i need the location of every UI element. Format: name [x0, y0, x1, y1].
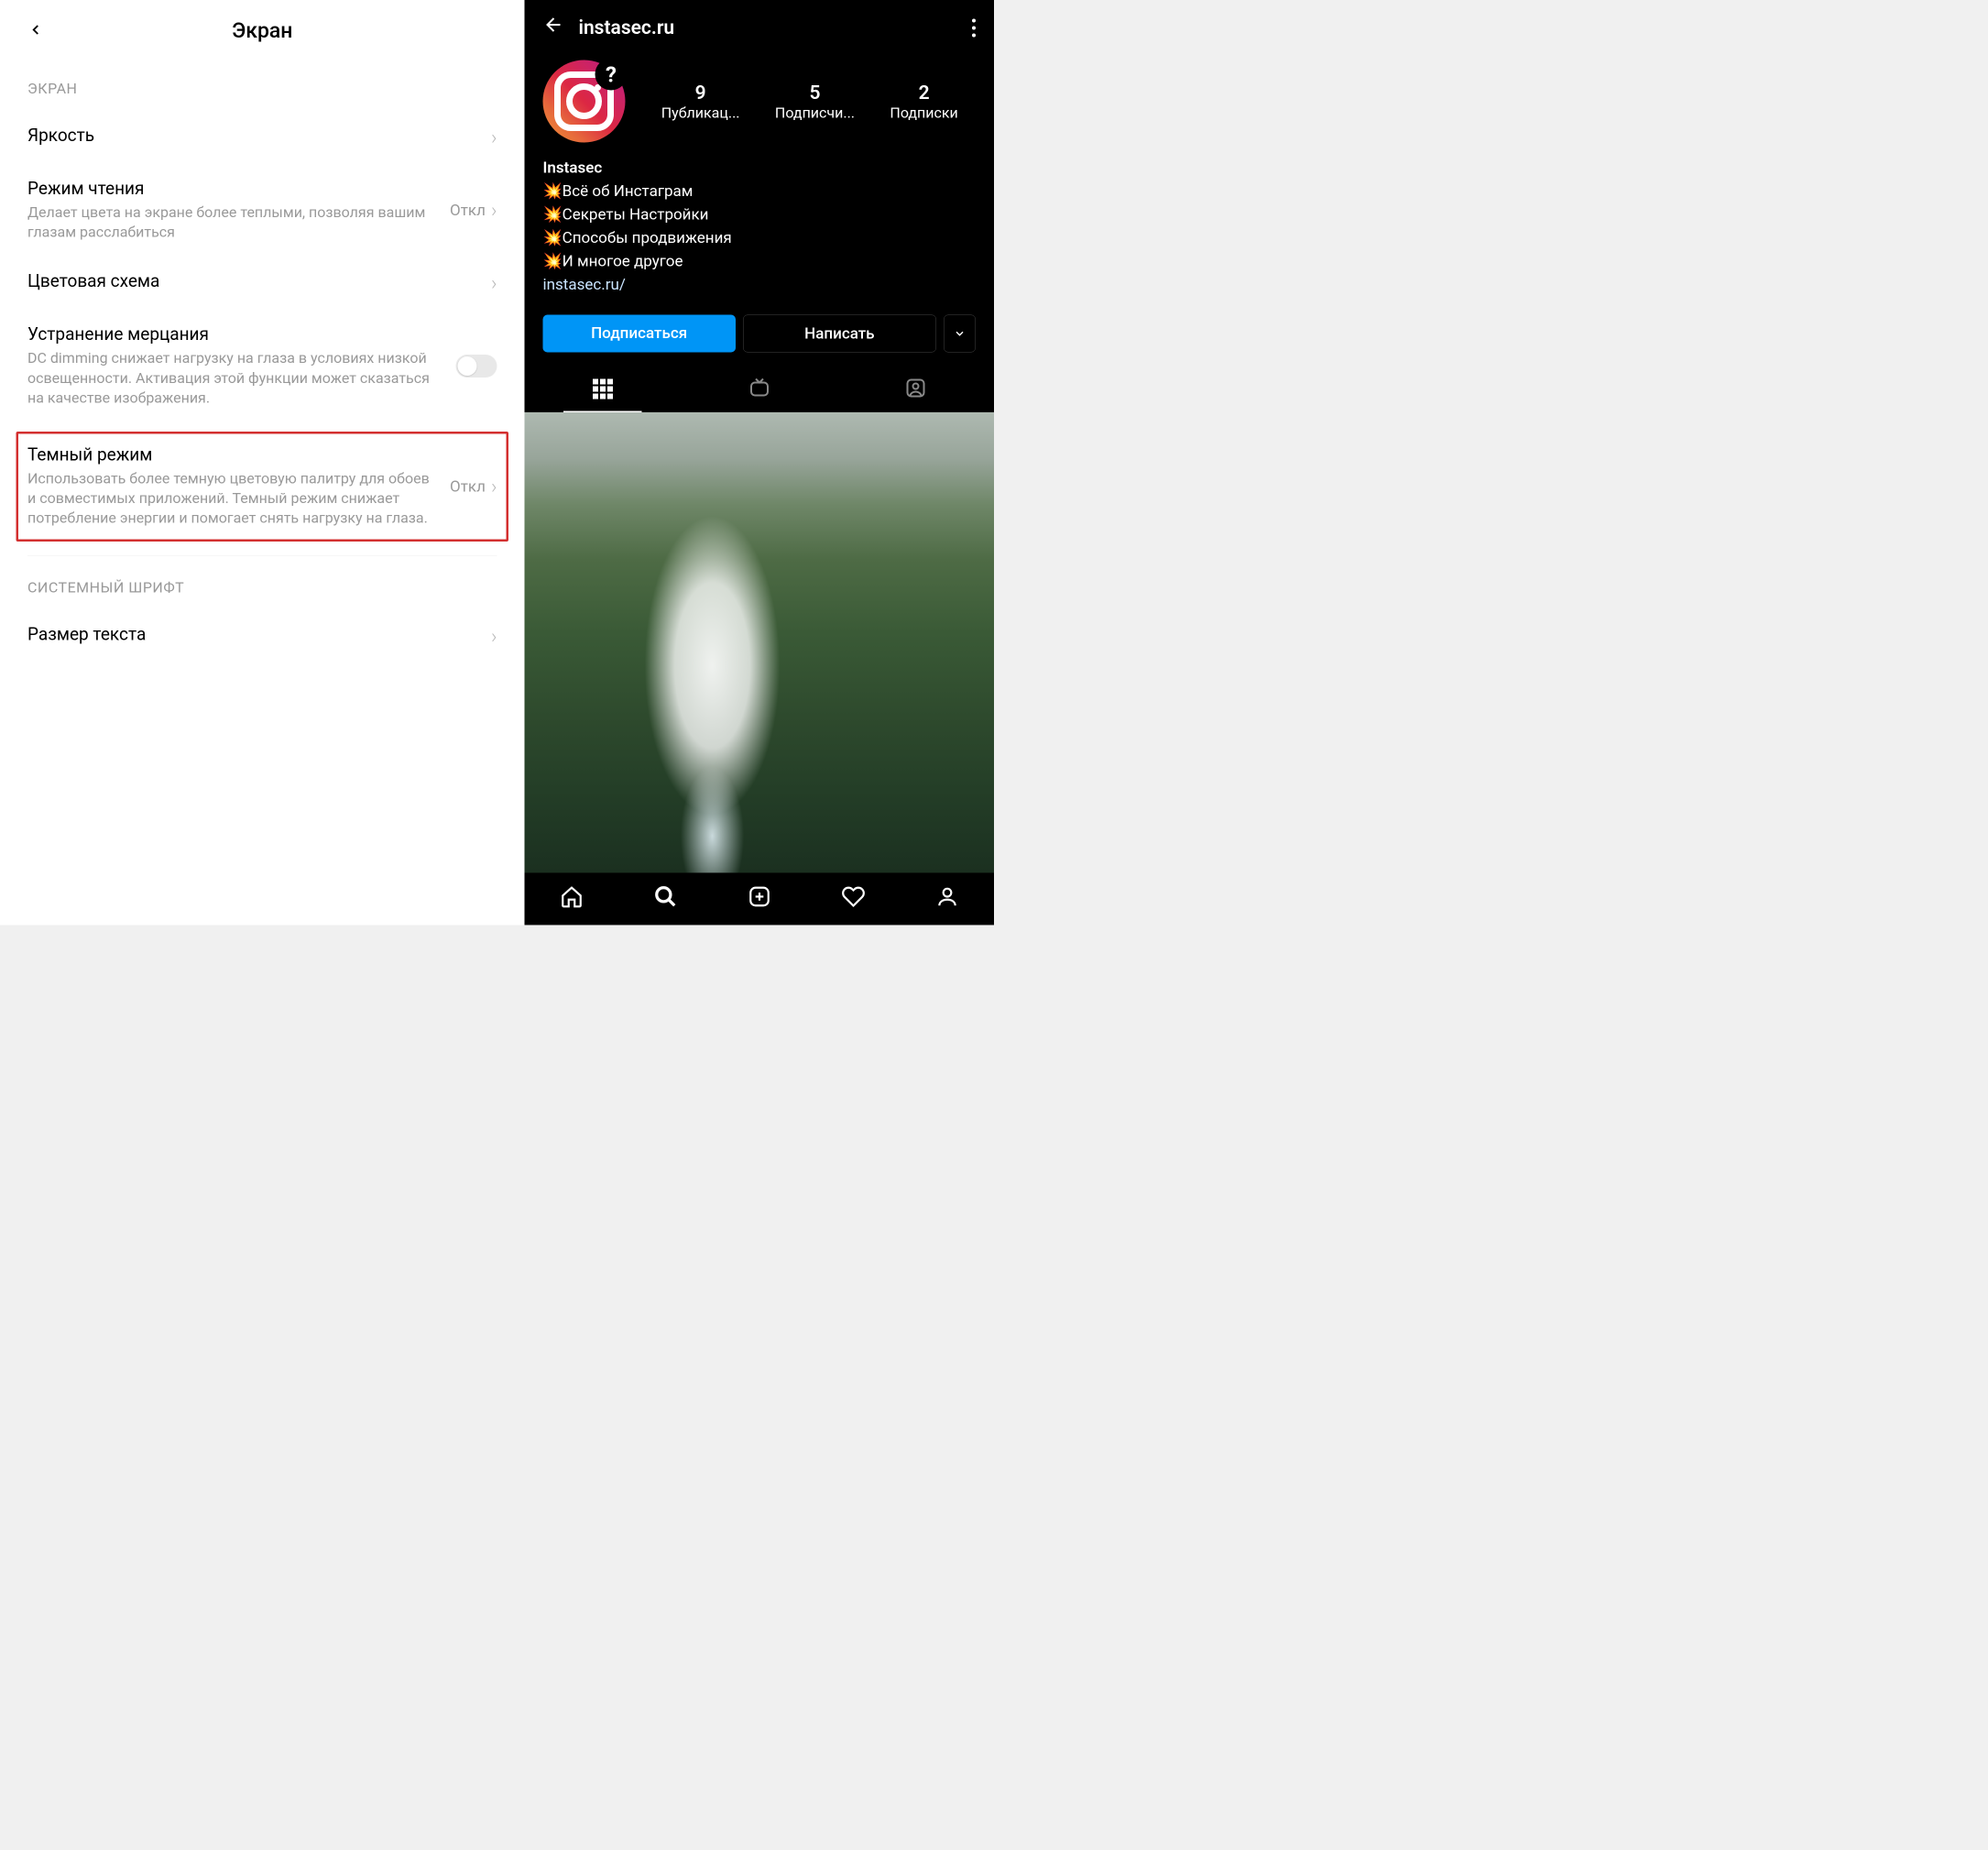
stat-following[interactable]: 2 Подписки: [890, 82, 957, 122]
dark-mode-title: Темный режим: [27, 444, 441, 465]
post-thumbnail[interactable]: [682, 720, 837, 872]
flicker-title: Устранение мерцания: [27, 324, 447, 345]
color-scheme-title: Цветовая схема: [27, 271, 482, 291]
back-button[interactable]: [27, 17, 44, 44]
followers-count: 5: [775, 82, 855, 104]
stat-followers[interactable]: 5 Подписчи...: [775, 82, 855, 122]
followers-label: Подписчи...: [775, 104, 855, 121]
ig-username[interactable]: instasec.ru: [579, 16, 959, 39]
post-grid: [525, 412, 995, 873]
ig-back-button[interactable]: [543, 14, 565, 42]
tab-grid[interactable]: [525, 367, 682, 412]
flicker-row[interactable]: Устранение мерцания DC dimming снижает н…: [27, 310, 497, 422]
post-thumbnail[interactable]: [682, 412, 837, 564]
ig-menu-button[interactable]: [972, 18, 976, 37]
avatar-badge: ?: [595, 59, 628, 91]
dark-mode-row[interactable]: Темный режим Использовать более темную ц…: [27, 444, 497, 528]
post-thumbnail[interactable]: [525, 412, 681, 564]
posts-label: Публикац...: [661, 104, 740, 121]
nav-profile[interactable]: [935, 885, 959, 911]
igtv-icon: [748, 378, 770, 401]
bio-link[interactable]: instasec.ru/: [543, 273, 977, 297]
tab-tagged[interactable]: [837, 367, 994, 412]
nav-search[interactable]: [653, 885, 677, 911]
dark-mode-highlight: Темный режим Использовать более темную ц…: [16, 432, 509, 542]
post-thumbnail[interactable]: [839, 412, 995, 564]
chevron-right-icon: ›: [491, 126, 497, 149]
page-title: Экран: [27, 18, 497, 43]
divider: [27, 555, 497, 556]
tagged-icon: [905, 378, 927, 401]
text-size-row[interactable]: Размер текста ›: [27, 609, 497, 662]
avatar[interactable]: ?: [543, 60, 626, 143]
dark-mode-value: Откл: [450, 477, 486, 496]
brightness-row[interactable]: Яркость ›: [27, 111, 497, 164]
bio-line: 💥Всё об Инстаграм: [543, 180, 977, 203]
following-count: 2: [890, 82, 957, 104]
chevron-right-icon: ›: [491, 624, 497, 648]
section-header-screen: ЭКРАН: [27, 80, 497, 97]
message-button[interactable]: Написать: [743, 315, 936, 353]
nav-add[interactable]: [748, 885, 771, 911]
grid-icon: [593, 379, 613, 400]
tab-igtv[interactable]: [681, 367, 837, 412]
settings-screen: Экран ЭКРАН Яркость › Режим чтения Делае…: [0, 0, 525, 925]
reading-mode-row[interactable]: Режим чтения Делает цвета на экране боле…: [27, 164, 497, 257]
chevron-right-icon: ›: [491, 475, 497, 498]
post-thumbnail[interactable]: [682, 566, 837, 718]
color-scheme-row[interactable]: Цветовая схема ›: [27, 257, 497, 310]
bio: Instasec 💥Всё об Инстаграм 💥Секреты Наст…: [525, 152, 995, 311]
chevron-right-icon: ›: [491, 271, 497, 295]
chevron-right-icon: ›: [491, 199, 497, 223]
stat-posts[interactable]: 9 Публикац...: [661, 82, 740, 122]
nav-activity[interactable]: [841, 885, 865, 911]
bio-line: 💥И многое другое: [543, 250, 977, 274]
reading-mode-value: Откл: [450, 202, 486, 220]
flicker-toggle[interactable]: [456, 355, 497, 378]
bio-name: Instasec: [543, 157, 977, 181]
bio-line: 💥Секреты Настройки: [543, 203, 977, 227]
bio-line: 💥Способы продвижения: [543, 226, 977, 250]
nav-home[interactable]: [560, 885, 584, 911]
suggestions-button[interactable]: [944, 315, 976, 353]
flicker-desc: DC dimming снижает нагрузку на глаза в у…: [27, 348, 447, 408]
dark-mode-desc: Использовать более темную цветовую палит…: [27, 468, 441, 528]
post-thumbnail[interactable]: [839, 720, 995, 872]
text-size-title: Размер текста: [27, 624, 482, 644]
following-label: Подписки: [890, 104, 957, 121]
reading-mode-desc: Делает цвета на экране более теплыми, по…: [27, 203, 441, 242]
section-header-font: СИСТЕМНЫЙ ШРИФТ: [27, 578, 497, 596]
instagram-profile: instasec.ru ? 9 Публикац... 5 Подписчи..…: [525, 0, 995, 925]
posts-count: 9: [661, 82, 740, 104]
post-thumbnail[interactable]: [525, 720, 681, 872]
follow-button[interactable]: Подписаться: [543, 315, 736, 353]
post-thumbnail[interactable]: [525, 566, 681, 718]
reading-mode-title: Режим чтения: [27, 179, 441, 199]
brightness-title: Яркость: [27, 126, 482, 146]
post-thumbnail[interactable]: [839, 566, 995, 718]
